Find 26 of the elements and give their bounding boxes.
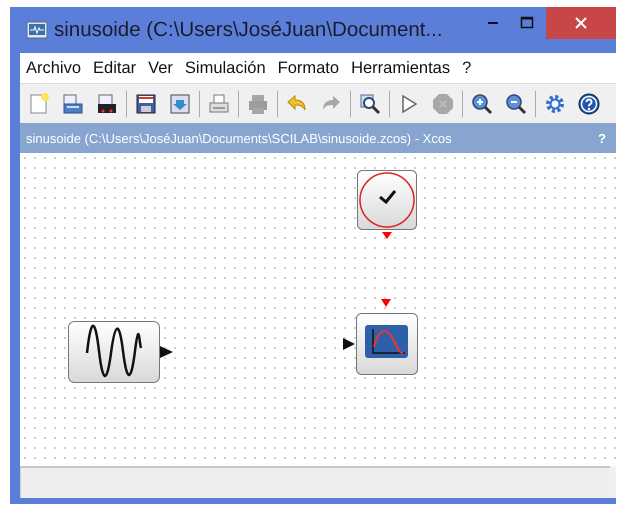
window-title: sinusoide (C:\Users\JoséJuan\Document... [54,18,443,42]
menu-item[interactable]: ? [462,58,472,78]
menu-item[interactable]: Editar [93,58,136,78]
clock-block[interactable] [357,170,417,240]
close-icon [574,16,588,30]
menu-item[interactable]: Archivo [26,58,82,78]
document-title: sinusoide (C:\Users\JoséJuan\Documents\SCILAB\sinusoide.zcos) - Xcos [26,130,453,146]
zoom-icon [358,92,382,116]
menu-item[interactable]: Ver [148,58,173,78]
zoom-out-icon [504,92,528,116]
zoom-in-icon [470,92,494,116]
help-icon [577,92,601,116]
save-as-icon [168,92,192,116]
menu-item[interactable]: Herramientas [351,58,450,78]
scope-block[interactable] [343,299,419,375]
printer-icon [207,92,231,116]
app-icon [26,21,48,39]
sine-generator-block[interactable] [68,321,174,383]
maximize-icon [520,16,534,30]
open-file-icon [61,92,85,116]
close-button[interactable] [546,7,616,39]
file-icon [95,92,119,116]
stop-icon [431,92,455,116]
menu-item[interactable]: Formato [278,58,340,78]
menu-item[interactable]: Simulación [184,58,266,78]
minimize-icon [488,22,498,24]
